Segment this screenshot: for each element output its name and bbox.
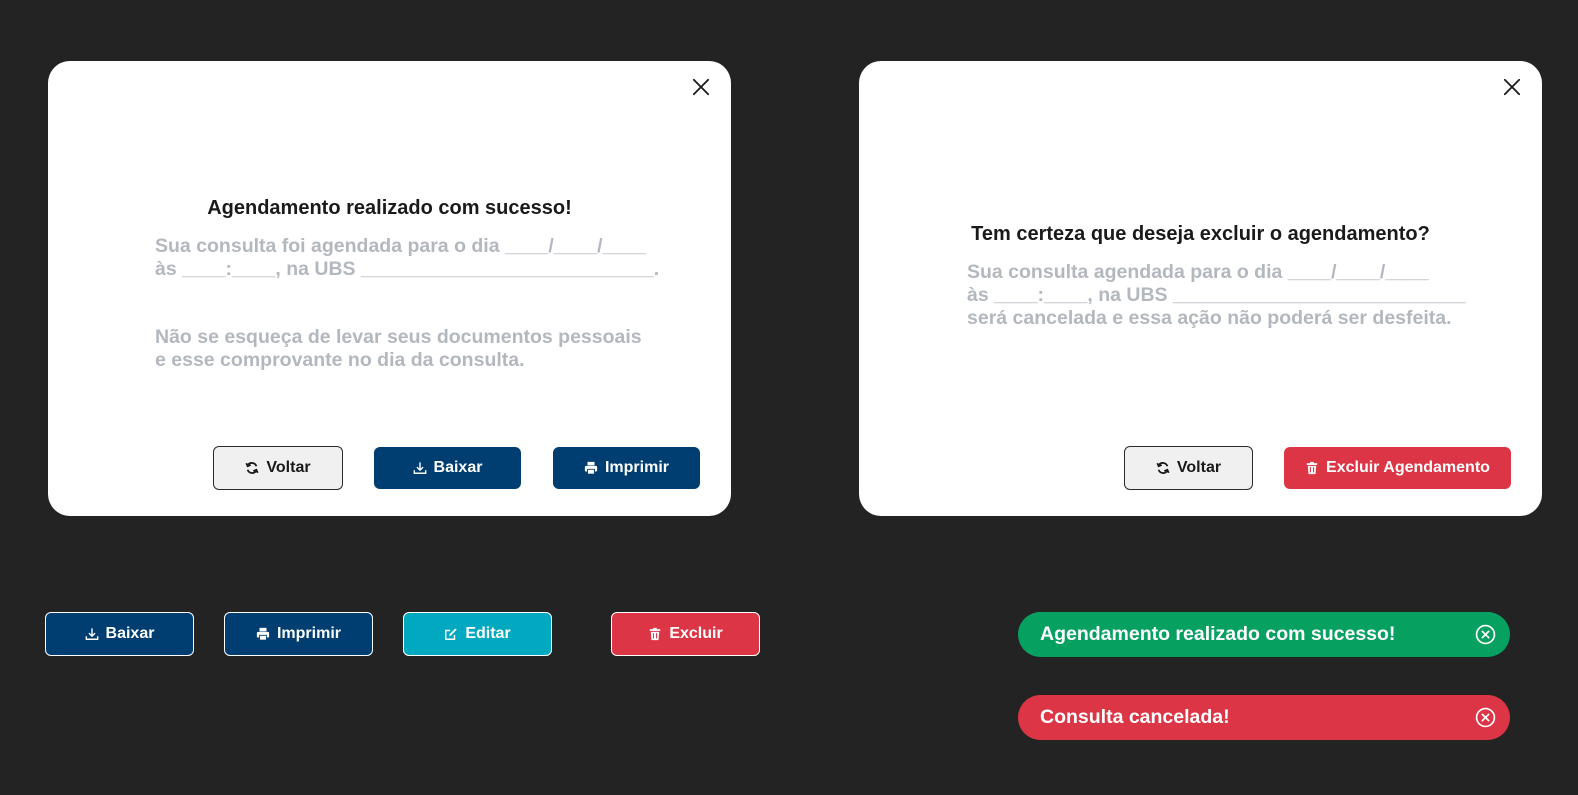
printer-icon (256, 627, 270, 641)
delete-appointment-button-label: Excluir Agendamento (1326, 459, 1490, 476)
modal-note-line-2: e esse comprovante no dia da consulta. (155, 349, 525, 371)
modal-title: Tem certeza que deseja excluir o agendam… (971, 223, 1430, 245)
delete-button-label: Excluir (669, 625, 723, 642)
modal-title: Agendamento realizado com sucesso! (207, 197, 572, 219)
circle-x-icon[interactable] (1475, 707, 1496, 728)
download-button-label: Baixar (433, 459, 483, 476)
delete-confirm-modal: Tem certeza que deseja excluir o agendam… (859, 61, 1542, 516)
modal-note-line-1: Não se esqueça de levar seus documentos … (155, 326, 642, 348)
edit-button-label: Editar (465, 625, 511, 642)
toast-message: Consulta cancelada! (1040, 706, 1230, 728)
modal-message-line-1: Sua consulta foi agendada para o dia ___… (155, 235, 646, 257)
cancelled-toast: Consulta cancelada! (1018, 695, 1510, 740)
print-button[interactable]: Imprimir (224, 612, 373, 656)
back-button[interactable]: Voltar (213, 446, 343, 490)
delete-appointment-button[interactable]: Excluir Agendamento (1284, 447, 1511, 489)
download-button-label: Baixar (105, 625, 155, 642)
edit-icon (444, 627, 458, 641)
close-icon[interactable] (1501, 76, 1523, 98)
print-button-label: Imprimir (604, 459, 669, 476)
back-button[interactable]: Voltar (1124, 446, 1253, 490)
back-button-label: Voltar (266, 459, 311, 476)
printer-icon (584, 461, 598, 475)
download-button[interactable]: Baixar (45, 612, 194, 656)
modal-message-line-2: às ____:____, na UBS ___________________… (155, 258, 660, 280)
back-button-label: Voltar (1176, 459, 1222, 476)
print-button-label: Imprimir (276, 625, 341, 642)
download-icon (413, 461, 427, 475)
trash-icon (1305, 461, 1319, 475)
download-button[interactable]: Baixar (374, 447, 521, 489)
modal-message-line-3: será cancelada e essa ação não poderá se… (967, 307, 1452, 329)
trash-icon (648, 627, 662, 641)
edit-button[interactable]: Editar (403, 612, 552, 656)
delete-button[interactable]: Excluir (611, 612, 760, 656)
modal-message-line-2: às ____:____, na UBS ___________________… (967, 284, 1466, 306)
download-icon (85, 627, 99, 641)
refresh-icon (1156, 461, 1170, 475)
success-toast: Agendamento realizado com sucesso! (1018, 612, 1510, 657)
success-modal: Agendamento realizado com sucesso! Sua c… (48, 61, 731, 516)
toast-message: Agendamento realizado com sucesso! (1040, 623, 1396, 645)
circle-x-icon[interactable] (1475, 624, 1496, 645)
modal-message-line-1: Sua consulta agendada para o dia ____/__… (967, 261, 1429, 283)
print-button[interactable]: Imprimir (553, 447, 700, 489)
refresh-icon (245, 461, 259, 475)
close-icon[interactable] (690, 76, 712, 98)
